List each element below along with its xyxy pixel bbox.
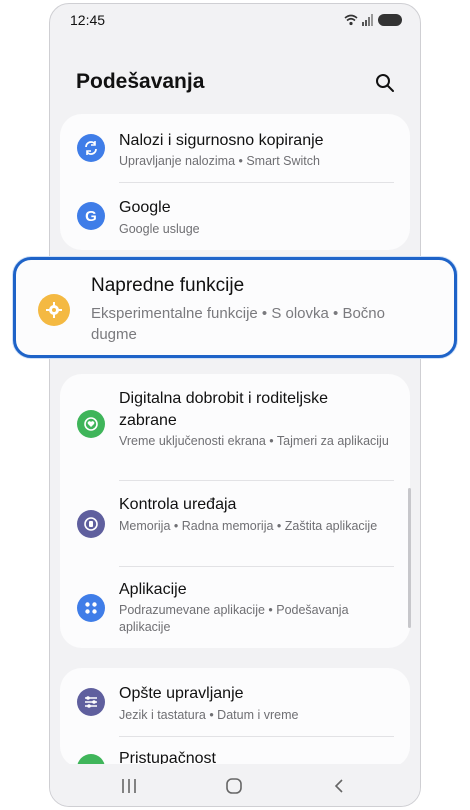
settings-item-device-care[interactable]: Kontrola uređaja Memorija • Radna memori… [60, 480, 410, 564]
settings-item-digital-wellbeing[interactable]: Digitalna dobrobit i roditeljske zabrane… [60, 374, 410, 474]
item-subtitle: Memorija • Radna memorija • Zaštita apli… [119, 519, 378, 533]
status-bar: 12:45 [50, 4, 420, 38]
battery-icon [378, 14, 402, 26]
item-title: Digitalna dobrobit i roditeljske zabrane [119, 390, 328, 429]
sliders-icon [77, 688, 105, 716]
settings-item-google[interactable]: G Google Google usluge [60, 182, 410, 250]
back-icon [334, 779, 343, 793]
item-subtitle: Podrazumevane aplikacije • Podešavanja a… [119, 603, 349, 634]
sync-icon [77, 134, 105, 162]
settings-group-device: Digitalna dobrobit i roditeljske zabrane… [60, 374, 410, 648]
status-time: 12:45 [70, 12, 106, 28]
status-icons [344, 14, 402, 26]
search-button[interactable] [372, 70, 398, 96]
home-icon [226, 778, 242, 794]
gear-plus-icon [38, 294, 70, 326]
home-button[interactable] [222, 776, 246, 796]
search-icon [376, 74, 394, 92]
item-title: Aplikacije [119, 581, 187, 598]
item-subtitle-line1: Eksperimentalne funkcije • S olovka • Bo… [91, 305, 385, 322]
item-title: Google [119, 199, 171, 216]
item-subtitle-line2: dugme [91, 326, 137, 343]
google-icon: G [77, 202, 105, 230]
recents-icon [122, 779, 136, 793]
scrollbar[interactable] [408, 488, 411, 628]
settings-group-general: Opšte upravljanje Jezik i tastatura • Da… [60, 668, 410, 768]
settings-item-accounts-backup[interactable]: Nalozi i sigurnosno kopiranje Upravljanj… [60, 114, 410, 182]
signal-icon [362, 14, 373, 26]
apps-icon [77, 594, 105, 622]
settings-item-apps[interactable]: Aplikacije Podrazumevane aplikacije • Po… [60, 566, 410, 648]
wellbeing-icon [77, 410, 105, 438]
item-subtitle: Google usluge [119, 222, 200, 236]
navigation-bar [50, 764, 420, 806]
item-subtitle: Upravljanje nalozima • Smart Switch [119, 154, 320, 168]
item-subtitle: Eksperimentalne funkcije • S olovka • Bo… [91, 303, 385, 345]
settings-item-general-management[interactable]: Opšte upravljanje Jezik i tastatura • Da… [60, 668, 410, 734]
settings-group-accounts: Nalozi i sigurnosno kopiranje Upravljanj… [60, 114, 410, 250]
back-button[interactable] [327, 776, 351, 796]
wifi-icon [344, 14, 358, 26]
page-title: Podešavanja [76, 70, 205, 93]
item-title: Opšte upravljanje [119, 685, 244, 702]
phone-screen: 12:45 Podešavanja Nalozi i sigurnosno ko… [49, 3, 421, 807]
item-title: Kontrola uređaja [119, 496, 237, 513]
recents-button[interactable] [117, 776, 141, 796]
item-subtitle: Vreme uključenosti ekrana • Tajmeri za a… [119, 434, 389, 448]
device-care-icon [77, 510, 105, 538]
item-title: Nalozi i sigurnosno kopiranje [119, 132, 324, 149]
item-title: Napredne funkcije [91, 275, 245, 296]
item-subtitle: Jezik i tastatura • Datum i vreme [119, 708, 299, 722]
settings-item-advanced-features[interactable]: Napredne funkcije Eksperimentalne funkci… [13, 257, 457, 358]
